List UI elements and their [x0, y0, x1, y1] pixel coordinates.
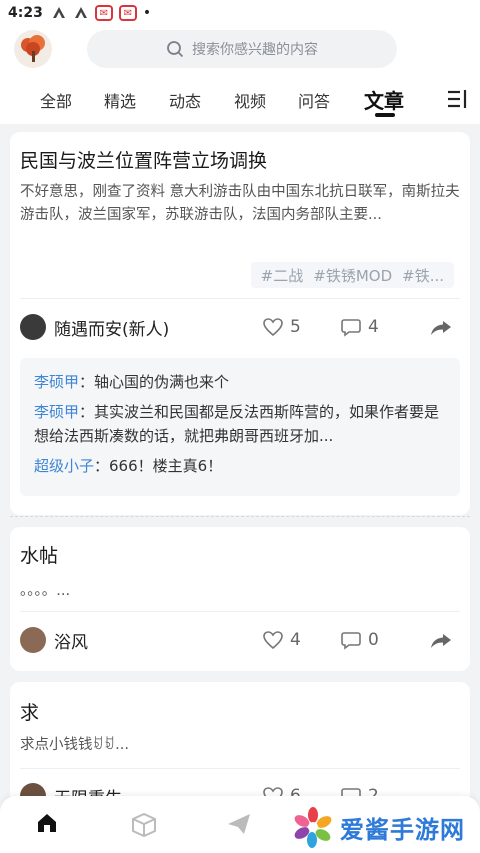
flame-icon — [73, 5, 89, 22]
commenter-name[interactable]: 超级小子 — [34, 457, 94, 475]
post-title[interactable]: 民国与波兰位置阵营立场调换 — [20, 146, 267, 173]
post-card[interactable]: 水帖 。。。。... 浴风 4 0 — [10, 527, 470, 671]
flower-logo-icon — [294, 807, 332, 848]
comment-text: ：轴心国的伪满也来个 — [79, 373, 230, 391]
tab-featured[interactable]: 精选 — [104, 88, 136, 112]
avatar[interactable] — [20, 627, 46, 653]
tab-moments[interactable]: 动态 — [169, 88, 201, 112]
comment-icon — [341, 632, 361, 650]
header: 搜索你感兴趣的内容 — [0, 26, 480, 76]
divider — [10, 516, 470, 517]
author-name[interactable]: 浴风 — [54, 628, 88, 653]
author-name[interactable]: 随遇而安(新人) — [54, 315, 169, 340]
post-title[interactable]: 求 — [20, 698, 39, 725]
watermark-text: 爱酱手游网 — [340, 815, 465, 844]
post-desc: 。。。。... — [20, 583, 71, 599]
divider — [20, 768, 460, 769]
search-input[interactable]: 搜索你感兴趣的内容 — [87, 30, 397, 68]
comment-item: 李硕甲：其实波兰和民国都是反法西斯阵营的，如果作者要是想给法西斯凑数的话，就把弗… — [34, 400, 446, 448]
search-icon — [167, 41, 184, 58]
post-title[interactable]: 水帖 — [20, 541, 58, 568]
like-count: 4 — [290, 630, 301, 650]
tag[interactable]: #铁... — [402, 265, 444, 286]
app-icon-red: ✉ — [94, 5, 113, 21]
tag[interactable]: #二战 — [261, 265, 304, 286]
comment-count: 0 — [368, 630, 379, 650]
comment-text: ：666！楼主真6！ — [94, 457, 223, 475]
home-icon[interactable] — [36, 812, 58, 838]
like-count: 5 — [290, 317, 301, 337]
post-author[interactable]: 随遇而安(新人) — [20, 314, 169, 340]
share-icon[interactable] — [430, 633, 452, 653]
comment-preview[interactable]: 李硕甲：轴心国的伪满也来个 李硕甲：其实波兰和民国都是反法西斯阵营的，如果作者要… — [20, 358, 460, 496]
like-button[interactable]: 4 — [262, 630, 301, 650]
divider — [20, 611, 460, 612]
category-tabs: 全部 精选 动态 视频 问答 文章 — [0, 76, 480, 124]
heart-icon — [263, 631, 283, 650]
heart-icon — [263, 318, 283, 337]
box-icon[interactable] — [131, 812, 157, 842]
comment-text: ：其实波兰和民国都是反法西斯阵营的，如果作者要是想给法西斯凑数的话，就把弗朗哥西… — [34, 403, 440, 445]
tab-articles[interactable]: 文章 — [364, 85, 404, 114]
commenter-name[interactable]: 李硕甲 — [34, 403, 79, 421]
watermark: 爱酱手游网 — [292, 806, 465, 848]
tab-qa[interactable]: 问答 — [298, 88, 330, 112]
tree-logo[interactable] — [14, 30, 52, 68]
search-placeholder: 搜索你感兴趣的内容 — [192, 42, 318, 58]
post-desc: 不好意思，刚查了资料 意大利游击队由中国东北抗日联军，南斯拉夫游击队，波兰国家军… — [20, 184, 460, 223]
avatar[interactable] — [20, 314, 46, 340]
commenter-name[interactable]: 李硕甲 — [34, 373, 79, 391]
tab-menu-icon[interactable] — [446, 88, 470, 114]
post-author[interactable]: 浴风 — [20, 627, 88, 653]
active-tab-indicator — [375, 113, 395, 117]
status-bar: 4:23 ✉ ✉ • — [0, 0, 480, 26]
status-time: 4:23 — [8, 5, 43, 21]
divider — [20, 298, 460, 299]
comment-item: 李硕甲：轴心国的伪满也来个 — [34, 370, 446, 394]
app-icon-red: ✉ — [118, 5, 137, 21]
share-icon[interactable] — [430, 320, 452, 340]
post-card[interactable]: 民国与波兰位置阵营立场调换 不好意思，刚查了资料 意大利游击队由中国东北抗日联军… — [10, 132, 470, 515]
comment-button[interactable]: 4 — [340, 317, 379, 337]
tag-list: #二战 #铁锈MOD #铁... — [250, 262, 454, 288]
post-desc: 求点小钱钱ꀂꀂ... — [20, 737, 129, 753]
tab-video[interactable]: 视频 — [234, 88, 266, 112]
comment-item: 超级小子：666！楼主真6！ — [34, 454, 446, 478]
comment-icon — [341, 319, 361, 337]
comment-button[interactable]: 0 — [340, 630, 379, 650]
flame-icon — [51, 5, 67, 22]
tab-all[interactable]: 全部 — [40, 88, 72, 112]
comment-count: 4 — [368, 317, 379, 337]
send-icon[interactable] — [226, 812, 252, 840]
tag[interactable]: #铁锈MOD — [313, 265, 392, 286]
notification-dot-icon: • — [142, 5, 152, 21]
like-button[interactable]: 5 — [262, 317, 301, 337]
